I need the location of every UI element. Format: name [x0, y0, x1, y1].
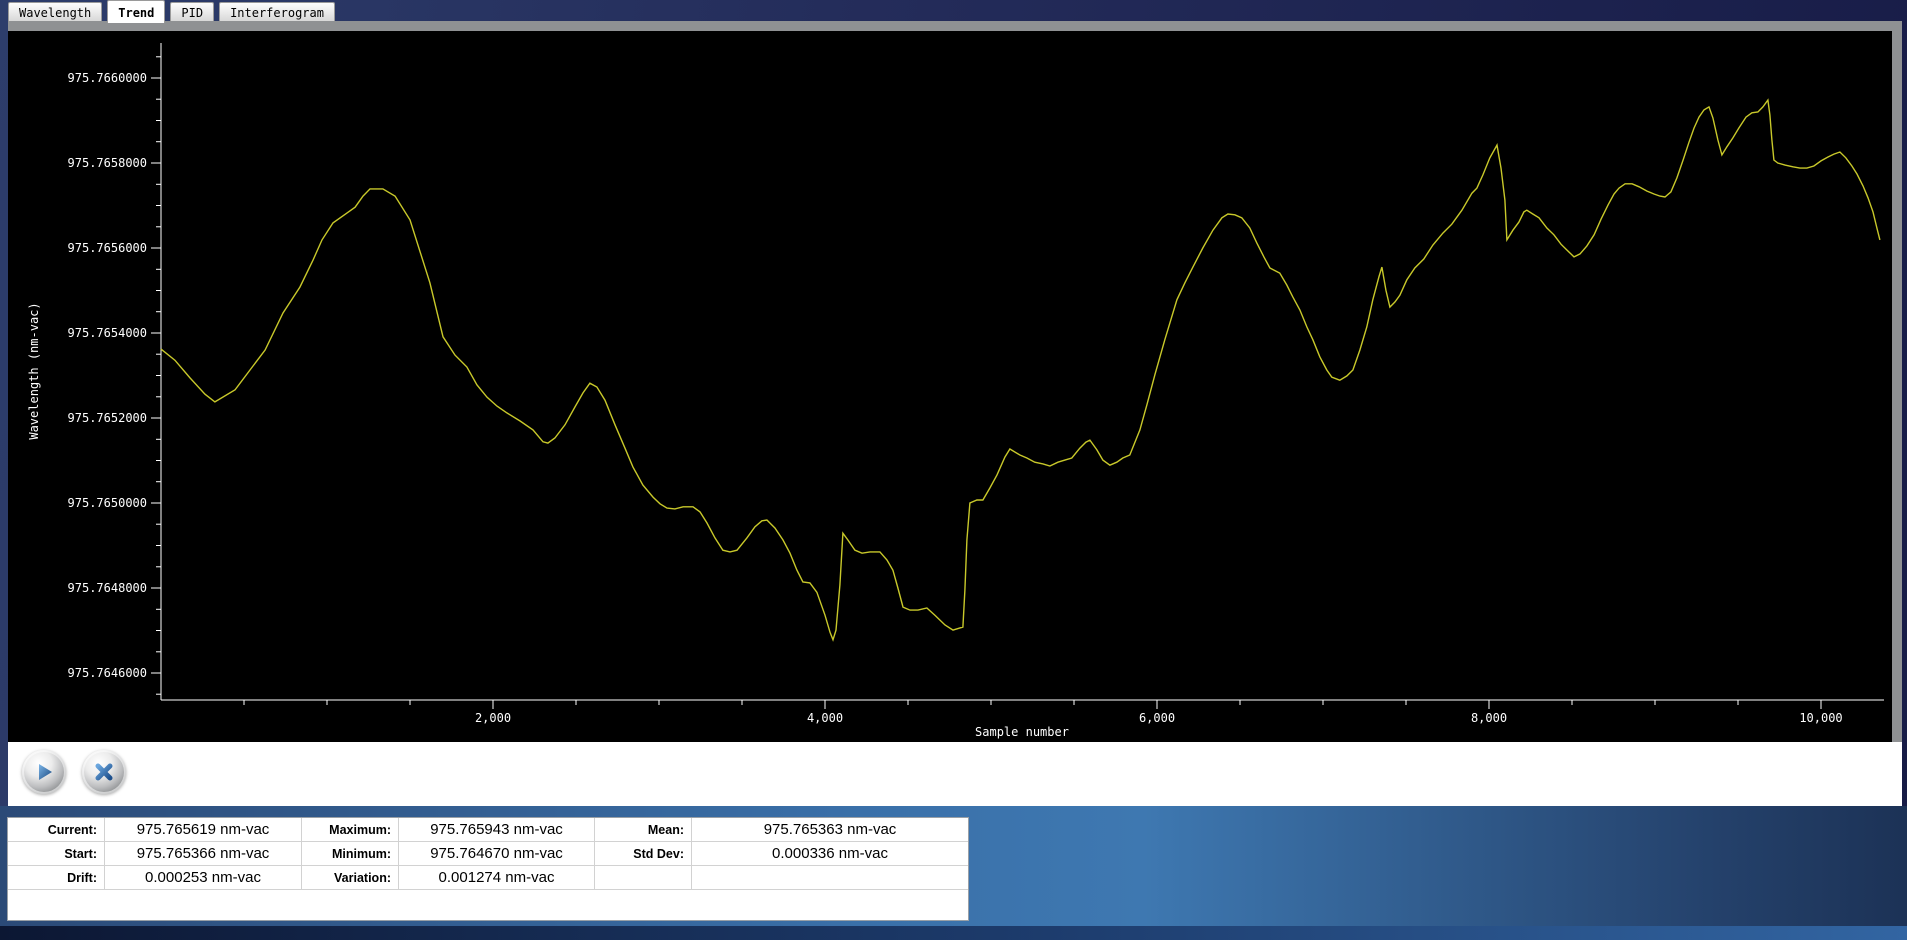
stat-value: 975.765366 nm-vac — [105, 842, 302, 866]
y-tick-label: 975.7650000 — [68, 496, 147, 510]
stat-label: Minimum: — [302, 842, 399, 866]
stat-value: 975.765363 nm-vac — [692, 818, 968, 842]
y-tick-label: 975.7646000 — [68, 666, 147, 680]
stat-label: Variation: — [302, 866, 399, 890]
y-tick-label: 975.7658000 — [68, 156, 147, 170]
chart-frame: 975.7660000 975.7658000 975.7656000 975.765… — [8, 21, 1902, 742]
y-axis-title: Wavelength (nm-vac) — [27, 302, 41, 439]
y-tick-label: 975.7652000 — [68, 411, 147, 425]
trend-chart: 975.7660000 975.7658000 975.7656000 975.765… — [8, 31, 1892, 742]
stat-value: 975.765619 nm-vac — [105, 818, 302, 842]
x-tick-label: 8,000 — [1471, 711, 1507, 725]
statistics-table: Current:975.765619 nm-vacMaximum:975.765… — [7, 817, 969, 921]
x-icon — [93, 761, 115, 783]
y-tick-label: 975.7648000 — [68, 581, 147, 595]
stat-label — [595, 866, 692, 890]
x-tick-label: 2,000 — [475, 711, 511, 725]
stat-label: Std Dev: — [595, 842, 692, 866]
y-tick-label: 975.7654000 — [68, 326, 147, 340]
stat-label: Current: — [8, 818, 105, 842]
close-button[interactable] — [82, 750, 126, 794]
stat-label: Mean: — [595, 818, 692, 842]
toolbar-band — [8, 742, 1902, 806]
tab-trend[interactable]: Trend — [107, 0, 165, 23]
stat-label: Maximum: — [302, 818, 399, 842]
tab-interferogram[interactable]: Interferogram — [219, 2, 335, 21]
tab-wavelength[interactable]: Wavelength — [8, 2, 102, 21]
x-tick-label: 10,000 — [1799, 711, 1842, 725]
trend-tab-page: 975.7660000 975.7658000 975.7656000 975.765… — [8, 21, 1902, 806]
tab-pid[interactable]: PID — [170, 2, 214, 21]
y-tick-label: 975.7660000 — [68, 71, 147, 85]
stat-value: 0.000253 nm-vac — [105, 866, 302, 890]
stat-value: 975.765943 nm-vac — [399, 818, 595, 842]
tab-bar: Wavelength Trend PID Interferogram — [8, 0, 335, 21]
trend-line — [161, 100, 1880, 640]
bottom-strip — [0, 926, 1907, 940]
x-axis-title: Sample number — [975, 725, 1069, 739]
x-tick-label: 6,000 — [1139, 711, 1175, 725]
stat-label: Start: — [8, 842, 105, 866]
x-tick-label: 4,000 — [807, 711, 843, 725]
stat-label: Drift: — [8, 866, 105, 890]
stat-value: 0.000336 nm-vac — [692, 842, 968, 866]
stats-empty-row — [8, 890, 968, 920]
stat-value: 975.764670 nm-vac — [399, 842, 595, 866]
play-button[interactable] — [22, 750, 66, 794]
stat-value — [692, 866, 968, 890]
y-tick-label: 975.7656000 — [68, 241, 147, 255]
play-icon — [33, 761, 55, 783]
stat-value: 0.001274 nm-vac — [399, 866, 595, 890]
